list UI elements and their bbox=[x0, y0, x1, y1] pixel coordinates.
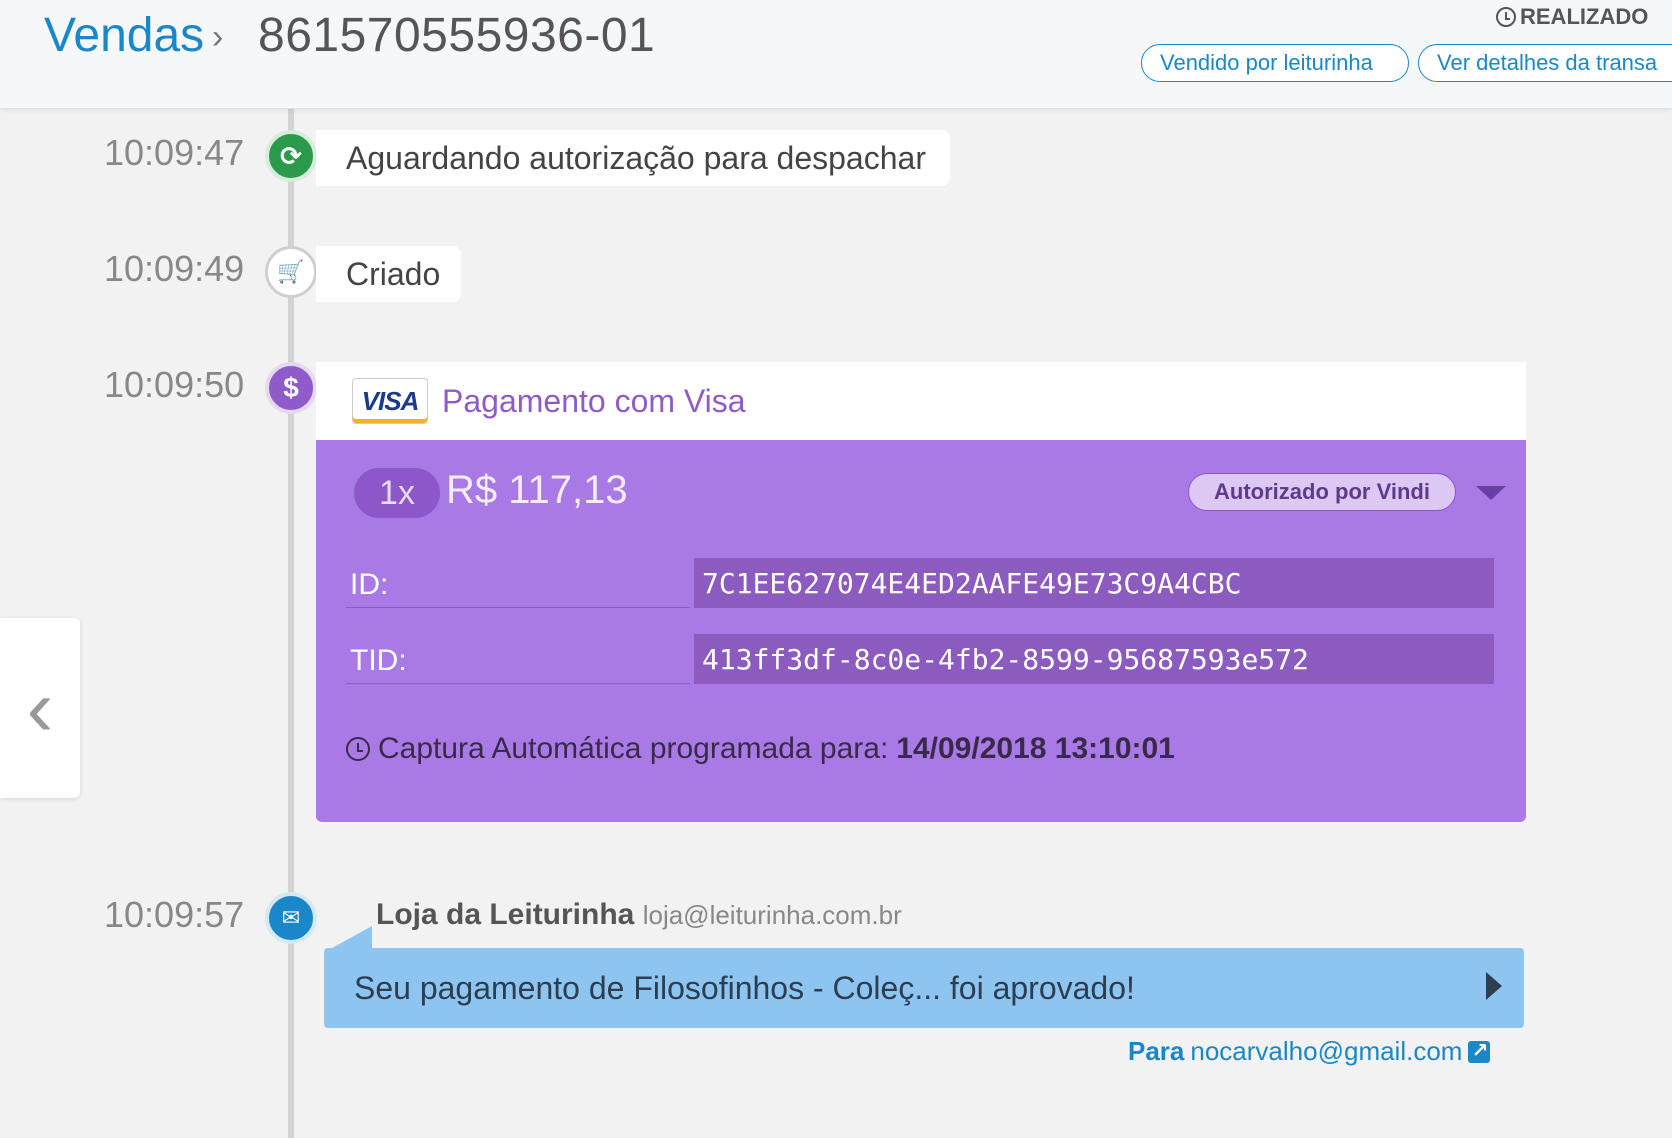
capture-label: Captura Automática programada para: bbox=[378, 732, 889, 765]
event-time: 10:09:47 bbox=[104, 132, 245, 173]
caret-down-icon[interactable] bbox=[1476, 486, 1506, 500]
capture-schedule: Captura Automática programada para: 14/0… bbox=[346, 732, 1175, 766]
clock-icon bbox=[1496, 7, 1516, 27]
event-time: 10:09:57 bbox=[104, 894, 245, 935]
event-time: 10:09:49 bbox=[104, 248, 245, 289]
email-message[interactable]: Seu pagamento de Filosofinhos - Coleç...… bbox=[324, 948, 1524, 1028]
recipient-email: nocarvalho@gmail.com bbox=[1190, 1036, 1463, 1066]
envelope-icon: ✉ bbox=[265, 892, 317, 944]
payment-title: Pagamento com Visa bbox=[442, 382, 746, 419]
sender-email: loja@leiturinha.com.br bbox=[642, 900, 902, 930]
payment-header: VISA Pagamento com Visa bbox=[316, 362, 1526, 440]
status-label: REALIZADO bbox=[1520, 4, 1649, 29]
message-tail bbox=[332, 926, 372, 948]
chevron-left-icon: ‹ bbox=[26, 663, 54, 752]
external-link-icon[interactable] bbox=[1468, 1038, 1491, 1063]
sold-by-button[interactable]: Vendido por leiturinha bbox=[1141, 44, 1409, 82]
event-created: Criado bbox=[316, 246, 461, 302]
page-header: Vendas › 861570555936-01 REALIZADO Vendi… bbox=[0, 0, 1672, 109]
tid-label: TID: bbox=[346, 634, 690, 684]
payment-card: 1x R$ 117,13 Autorizado por Vindi ID: 7C… bbox=[316, 440, 1526, 822]
page-title: 861570555936-01 bbox=[258, 9, 656, 62]
refresh-icon: ⟳ bbox=[265, 130, 317, 182]
id-label: ID: bbox=[346, 558, 690, 608]
email-subject: Seu pagamento de Filosofinhos - Coleç...… bbox=[354, 969, 1135, 1006]
event-time: 10:09:50 bbox=[104, 364, 245, 405]
cart-icon: 🛒 bbox=[265, 246, 317, 298]
id-value: 7C1EE627074E4ED2AAFE49E73C9A4CBC bbox=[694, 558, 1494, 608]
previous-button[interactable]: ‹ bbox=[0, 618, 80, 798]
status-badge: REALIZADO bbox=[1496, 4, 1648, 30]
dollar-icon: $ bbox=[265, 362, 317, 414]
event-text: Aguardando autorização para despachar bbox=[346, 139, 926, 176]
email-sender: Loja da Leiturinha loja@leiturinha.com.b… bbox=[376, 898, 902, 932]
transaction-details-button[interactable]: Ver detalhes da transa bbox=[1418, 44, 1672, 82]
recipient-label: Para bbox=[1128, 1036, 1185, 1066]
sender-name: Loja da Leiturinha bbox=[376, 898, 635, 931]
payment-amount: R$ 117,13 bbox=[446, 468, 628, 512]
breadcrumb-vendas-link[interactable]: Vendas bbox=[44, 8, 204, 63]
visa-logo: VISA bbox=[352, 378, 428, 424]
breadcrumb-separator-icon: › bbox=[212, 18, 224, 56]
expand-arrow-icon[interactable] bbox=[1486, 972, 1502, 1000]
tid-value: 413ff3df-8c0e-4fb2-8599-95687593e572 bbox=[694, 634, 1494, 684]
clock-icon bbox=[346, 737, 370, 761]
event-text: Criado bbox=[346, 255, 441, 292]
installments-badge: 1x bbox=[354, 468, 440, 518]
capture-datetime: 14/09/2018 13:10:01 bbox=[896, 732, 1175, 765]
authorization-badge: Autorizado por Vindi bbox=[1188, 473, 1456, 511]
event-awaiting-authorization: Aguardando autorização para despachar bbox=[316, 130, 950, 186]
email-recipient-link[interactable]: Para nocarvalho@gmail.com bbox=[1128, 1036, 1491, 1067]
